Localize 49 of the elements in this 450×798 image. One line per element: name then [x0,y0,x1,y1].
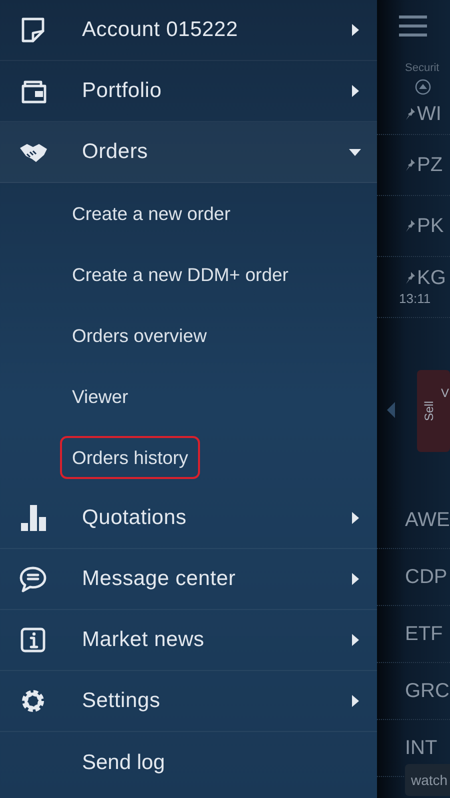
sort-icon[interactable] [415,78,431,94]
info-icon [18,625,48,655]
menu-label: Account 015222 [82,17,239,44]
menu-label: Market news [82,627,206,654]
security-symbol: PK [417,216,444,236]
menu-item[interactable]: Portfolio [0,61,377,122]
security-symbol: ETF [405,622,443,647]
caret-icon [349,573,361,585]
menu-label: Portfolio [82,78,163,104]
bar-chart-icon [18,503,48,533]
time-text: 13:11 [399,292,432,305]
security-symbol: PZ [417,154,443,174]
security-symbol: AWE [405,508,450,533]
menu-label: Settings [82,688,162,714]
pin-icon[interactable] [405,108,415,120]
submenu-item[interactable]: Viewer [60,374,140,418]
pin-icon[interactable] [405,158,415,170]
column-header: Securit [405,61,440,76]
menu-label: Quotations [82,505,188,532]
menu-item[interactable]: Market news [0,610,377,671]
submenu-item[interactable]: Orders overview [60,314,219,358]
menu-item[interactable]: Settings [0,671,377,732]
security-symbol: CDP [405,565,448,590]
submenu-item[interactable]: Create a new DDM+ order [60,252,300,296]
menu-label: Orders [82,139,149,166]
menu-item[interactable]: Quotations [0,488,377,549]
security-symbol: WI [417,104,442,124]
submenu-item[interactable]: Orders history [60,436,200,480]
menu-item[interactable]: Orders [0,122,377,183]
speech-bubble-icon [18,564,48,594]
caret-icon [349,146,361,158]
caret-icon [349,512,361,524]
menu-icon[interactable] [399,14,427,38]
caret-icon [349,695,361,707]
menu-item[interactable]: Account 015222 [0,0,377,61]
security-symbol: INT [405,736,438,761]
submenu-item[interactable]: Create a new order [60,192,242,236]
caret-icon [349,634,361,646]
menu-label: Message center [82,566,237,592]
caret-icon [349,24,361,36]
caret-icon [349,85,361,97]
sell-button[interactable]: Sell V [417,370,450,452]
pin-icon[interactable] [405,220,415,232]
pin-icon[interactable] [405,272,415,284]
menu-item[interactable]: Send log [82,746,165,778]
security-symbol: GRC [405,679,450,704]
menu-item[interactable]: Message center [0,549,377,610]
watchlist-button[interactable]: watch [405,764,450,796]
security-symbol: KG [417,268,446,288]
